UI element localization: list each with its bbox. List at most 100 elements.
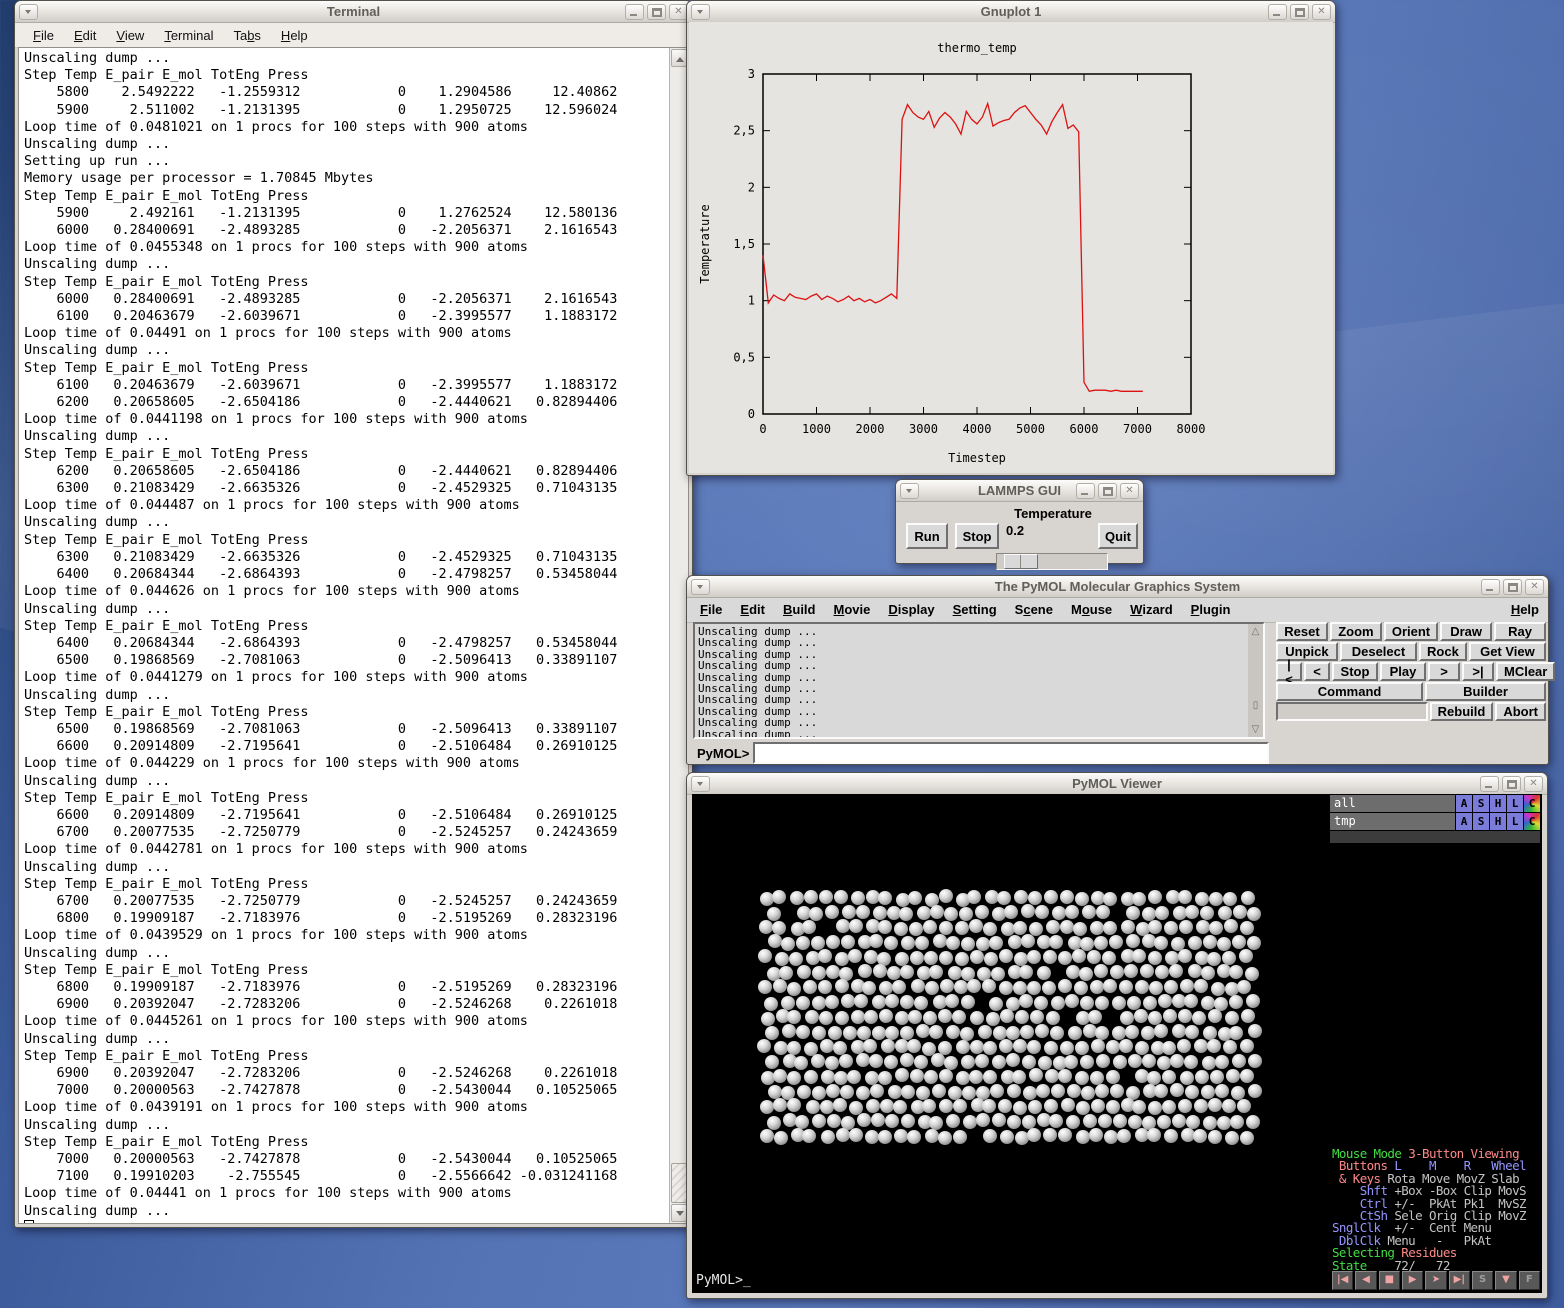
stop-button[interactable]: Stop bbox=[955, 523, 999, 549]
scroll-down-icon[interactable] bbox=[671, 1204, 687, 1222]
menu-display[interactable]: Display bbox=[879, 598, 943, 622]
pymol-button-zoom[interactable]: Zoom bbox=[1330, 622, 1382, 641]
atom bbox=[1029, 1068, 1043, 1082]
pymol-command-input[interactable] bbox=[753, 742, 1269, 764]
vcr-btn-icon[interactable]: |◀ bbox=[1332, 1271, 1353, 1290]
close-icon[interactable] bbox=[1120, 483, 1139, 499]
maximize-icon[interactable] bbox=[1290, 4, 1309, 20]
object-h-button[interactable]: H bbox=[1490, 795, 1506, 812]
terminal-output[interactable]: Unscaling dump ...Step Temp E_pair E_mol… bbox=[24, 50, 666, 1223]
gnuplot-titlebar[interactable]: Gnuplot 1 bbox=[687, 1, 1335, 23]
close-icon[interactable] bbox=[1312, 4, 1331, 20]
menu-tabs[interactable]: Tabs bbox=[223, 25, 270, 46]
pymol-button-command[interactable]: Command bbox=[1276, 682, 1423, 701]
object-l-button[interactable]: L bbox=[1507, 813, 1523, 830]
menu-movie[interactable]: Movie bbox=[824, 598, 879, 622]
maximize-icon[interactable] bbox=[1502, 776, 1521, 792]
viewer-titlebar[interactable]: PyMOL Viewer bbox=[687, 773, 1547, 795]
scroll-down-icon[interactable]: ▽ bbox=[1248, 724, 1263, 735]
pymol-button-btn[interactable]: >| bbox=[1462, 662, 1494, 681]
menu-terminal[interactable]: Terminal bbox=[154, 25, 223, 46]
pymol-button-btn[interactable]: > bbox=[1428, 662, 1460, 681]
maximize-icon[interactable] bbox=[1098, 483, 1117, 499]
pymol-button-rock[interactable]: Rock bbox=[1419, 642, 1467, 661]
menu-file[interactable]: File bbox=[691, 598, 731, 622]
atom bbox=[999, 981, 1013, 995]
menu-edit[interactable]: Edit bbox=[64, 25, 106, 46]
vcr-btn-icon[interactable]: ➤ bbox=[1425, 1271, 1446, 1290]
molecule-3d-view[interactable] bbox=[692, 794, 1333, 1293]
scrollbar-thumb[interactable]: ▯ bbox=[1248, 700, 1263, 711]
minimize-icon[interactable] bbox=[625, 4, 644, 20]
quit-button[interactable]: Quit bbox=[1098, 523, 1138, 549]
minimize-icon[interactable] bbox=[1481, 579, 1500, 595]
pymol-button-draw[interactable]: Draw bbox=[1440, 622, 1492, 641]
vcr-btn-icon[interactable]: ▶ bbox=[1402, 1271, 1423, 1290]
terminal-titlebar[interactable]: Terminal bbox=[15, 1, 692, 23]
vcr-btn-icon[interactable]: ◀ bbox=[1355, 1271, 1376, 1290]
vcr-s-icon[interactable]: S bbox=[1472, 1271, 1493, 1290]
viewer-prompt[interactable]: PyMOL>_ bbox=[696, 1273, 751, 1288]
object-a-button[interactable]: A bbox=[1456, 795, 1472, 812]
menu-build[interactable]: Build bbox=[774, 598, 825, 622]
object-a-button[interactable]: A bbox=[1456, 813, 1472, 830]
pymol-button-rebuild[interactable]: Rebuild bbox=[1430, 702, 1494, 721]
menu-setting[interactable]: Setting bbox=[944, 598, 1006, 622]
scroll-up-icon[interactable] bbox=[671, 49, 687, 67]
object-s-button[interactable]: S bbox=[1473, 813, 1489, 830]
atom bbox=[982, 979, 996, 993]
object-h-button[interactable]: H bbox=[1490, 813, 1506, 830]
menu-file[interactable]: File bbox=[23, 25, 64, 46]
object-name[interactable]: all bbox=[1330, 795, 1455, 812]
temperature-slider[interactable] bbox=[996, 553, 1108, 570]
run-button[interactable]: Run bbox=[906, 523, 948, 549]
vcr-btn-icon[interactable]: ▶| bbox=[1449, 1271, 1470, 1290]
atom bbox=[1075, 1041, 1089, 1055]
pymol-button-mclear[interactable]: MClear bbox=[1496, 662, 1555, 681]
pymol-button-abort[interactable]: Abort bbox=[1495, 702, 1546, 721]
menu-scene[interactable]: Scene bbox=[1006, 598, 1062, 622]
object-name[interactable]: tmp bbox=[1330, 813, 1455, 830]
pymol-output-scrollbar[interactable]: △ ▯ ▽ bbox=[1248, 624, 1263, 737]
pymol-button-orient[interactable]: Orient bbox=[1384, 622, 1438, 641]
pymol-output-text[interactable]: Unscaling dump ...Unscaling dump ...Unsc… bbox=[698, 626, 1245, 737]
pymol-button-stop[interactable]: Stop bbox=[1332, 662, 1378, 681]
maximize-icon[interactable] bbox=[647, 4, 666, 20]
close-icon[interactable] bbox=[1524, 776, 1543, 792]
vcr-btn-icon[interactable]: ■ bbox=[1379, 1271, 1400, 1290]
object-l-button[interactable]: L bbox=[1507, 795, 1523, 812]
minimize-icon[interactable] bbox=[1268, 4, 1287, 20]
vcr-f-icon[interactable]: F bbox=[1519, 1271, 1540, 1290]
minimize-icon[interactable] bbox=[1480, 776, 1499, 792]
menu-help[interactable]: Help bbox=[271, 25, 318, 46]
object-s-button[interactable]: S bbox=[1473, 795, 1489, 812]
menu-mouse[interactable]: Mouse bbox=[1062, 598, 1121, 622]
menu-plugin[interactable]: Plugin bbox=[1182, 598, 1240, 622]
pymol-button-btn[interactable]: < bbox=[1304, 662, 1330, 681]
menu-view[interactable]: View bbox=[106, 25, 154, 46]
maximize-icon[interactable] bbox=[1503, 579, 1522, 595]
slider-thumb[interactable] bbox=[1004, 554, 1038, 569]
terminal-line: Step Temp E_pair E_mol TotEng Press bbox=[24, 1048, 666, 1065]
object-panel-footer bbox=[1330, 831, 1540, 843]
pymol-button-deselect[interactable]: Deselect bbox=[1340, 642, 1417, 661]
menu-wizard[interactable]: Wizard bbox=[1121, 598, 1182, 622]
menu-help[interactable]: Help bbox=[1502, 598, 1548, 622]
pymol-button-reset[interactable]: Reset bbox=[1276, 622, 1328, 641]
menu-edit[interactable]: Edit bbox=[731, 598, 774, 622]
pymol-titlebar[interactable]: The PyMOL Molecular Graphics System bbox=[687, 576, 1548, 598]
pymol-button-builder[interactable]: Builder bbox=[1425, 682, 1546, 701]
pymol-button-ray[interactable]: Ray bbox=[1494, 622, 1546, 641]
minimize-icon[interactable] bbox=[1076, 483, 1095, 499]
scroll-up-icon[interactable]: △ bbox=[1248, 626, 1263, 637]
pymol-button-play[interactable]: Play bbox=[1380, 662, 1426, 681]
object-c-button[interactable]: C bbox=[1524, 813, 1540, 830]
svg-text:3: 3 bbox=[748, 67, 755, 81]
pymol-button-btn[interactable]: |< bbox=[1276, 662, 1302, 681]
pymol-button-get-view[interactable]: Get View bbox=[1469, 642, 1546, 661]
lammps-gui-titlebar[interactable]: LAMMPS GUI bbox=[896, 480, 1143, 502]
object-c-button[interactable]: C bbox=[1524, 795, 1540, 812]
vcr-btn-icon[interactable]: ▼ bbox=[1495, 1271, 1516, 1290]
close-icon[interactable] bbox=[1525, 579, 1544, 595]
scrollbar-thumb[interactable] bbox=[671, 1163, 687, 1203]
